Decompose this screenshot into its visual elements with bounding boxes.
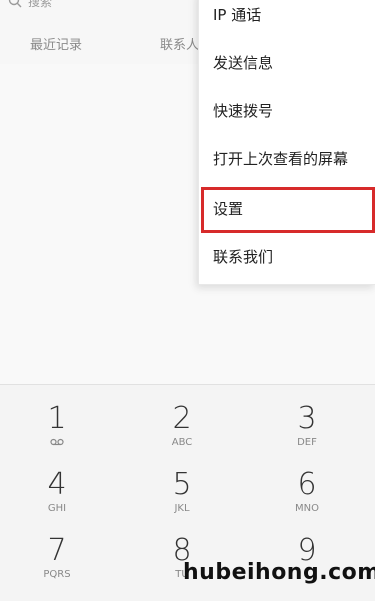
key-7[interactable]: 7 PQRS — [17, 533, 97, 595]
voicemail-icon — [50, 437, 64, 447]
key-digit: 4 — [47, 467, 67, 502]
menu-item-send-message[interactable]: 发送信息 — [199, 40, 375, 86]
key-4[interactable]: 4 GHI — [17, 467, 97, 529]
key-digit: 6 — [297, 467, 317, 502]
menu-item-settings[interactable]: 设置 — [199, 186, 375, 232]
key-letters: ABC — [171, 437, 193, 448]
key-letters — [17, 437, 97, 449]
search-bar[interactable]: 搜索 — [8, 0, 52, 12]
key-letters: PQRS — [43, 569, 71, 580]
key-letters: MNO — [295, 503, 319, 514]
menu-item-open-last-screen[interactable]: 打开上次查看的屏幕 — [199, 136, 375, 182]
tab-recent[interactable]: 最近记录 — [30, 34, 82, 53]
menu-item-contact-us[interactable]: 联系我们 — [199, 234, 375, 280]
key-1[interactable]: 1 — [17, 401, 97, 463]
search-icon — [8, 0, 22, 8]
key-digit: 7 — [47, 533, 67, 568]
key-digit: 2 — [172, 401, 192, 436]
key-2[interactable]: 2 ABC — [142, 401, 222, 463]
watermark-text: hubeihong.com — [183, 560, 375, 585]
key-digit: 3 — [297, 401, 317, 436]
key-digit: 5 — [172, 467, 192, 502]
key-letters: GHI — [47, 503, 67, 514]
menu-item-speed-dial[interactable]: 快速拨号 — [199, 88, 375, 134]
key-letters: JKL — [174, 503, 190, 514]
key-6[interactable]: 6 MNO — [267, 467, 347, 529]
search-placeholder: 搜索 — [28, 0, 53, 9]
key-5[interactable]: 5 JKL — [142, 467, 222, 529]
key-digit: 1 — [47, 401, 67, 436]
key-3[interactable]: 3 DEF — [267, 401, 347, 463]
key-letters: DEF — [297, 437, 317, 448]
menu-item-ip-call[interactable]: IP 通话 — [199, 0, 375, 38]
overflow-menu: IP 通话 发送信息 快速拨号 打开上次查看的屏幕 设置 联系我们 — [198, 0, 375, 285]
